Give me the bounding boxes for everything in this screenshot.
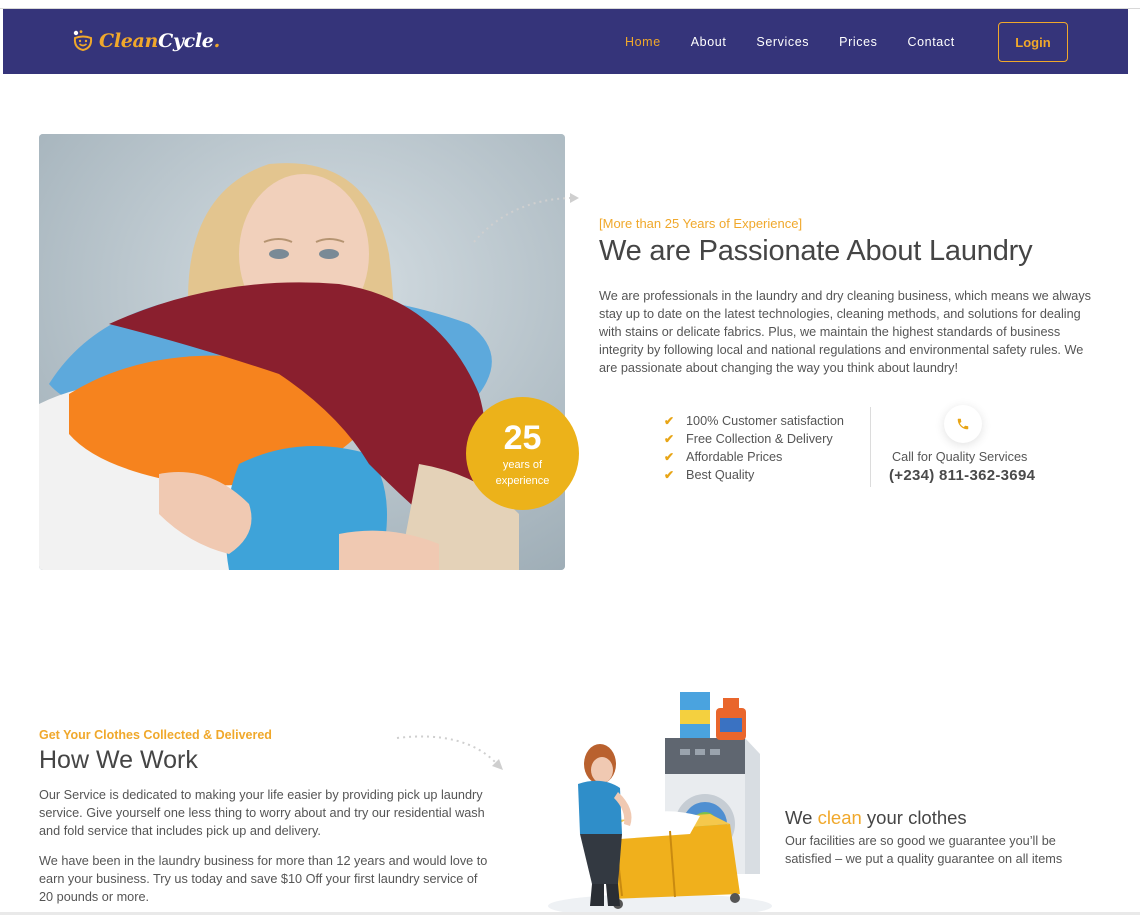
clean-title: We clean your clothes (785, 807, 967, 829)
check-icon: ✔ (664, 468, 675, 482)
nav-item-services[interactable]: Services (756, 35, 809, 49)
phone-icon-button[interactable] (944, 405, 982, 443)
experience-badge: 25 years of experience (466, 397, 579, 510)
nav-item-prices[interactable]: Prices (839, 35, 877, 49)
nav-item-contact[interactable]: Contact (908, 35, 955, 49)
check-icon: ✔ (664, 450, 675, 464)
page-right-edge (1128, 9, 1140, 915)
phone-icon (957, 418, 969, 430)
brand-name-part2: Cycle (158, 30, 214, 52)
about-paragraph: We are professionals in the laundry and … (599, 289, 1092, 375)
feature-item-label: 100% Customer satisfaction (686, 414, 844, 428)
check-icon: ✔ (664, 432, 675, 446)
brand-logo[interactable]: CleanCycle. (71, 25, 220, 57)
experience-badge-label: years of experience (495, 458, 550, 487)
login-button[interactable]: Login (998, 22, 1068, 62)
how-paragraph-2: We have been in the laundry business for… (39, 854, 488, 904)
feature-divider (870, 407, 871, 487)
check-icon: ✔ (664, 414, 675, 428)
smiley-logo-icon (73, 30, 93, 52)
clean-title-after: your clothes (861, 807, 967, 828)
feature-item-label: Free Collection & Delivery (686, 432, 833, 446)
about-title: We are Passionate About Laundry (599, 235, 1033, 267)
dotted-arrow-decoration (473, 193, 579, 243)
brand-name: CleanCycle. (99, 30, 220, 52)
how-eyebrow: Get Your Clothes Collected & Delivered (39, 728, 272, 742)
main-nav: Home About Services Prices Contact (625, 9, 985, 74)
feature-item: ✔ 100% Customer satisfaction (664, 412, 844, 430)
browser-top-edge (0, 0, 1140, 9)
top-navbar: CleanCycle. Home About Services Prices C… (3, 9, 1128, 74)
about-eyebrow: [More than 25 Years of Experience] (599, 216, 803, 231)
nav-item-home[interactable]: Home (625, 35, 661, 49)
clean-title-highlight: clean (817, 807, 862, 828)
feature-item: ✔ Best Quality (664, 466, 844, 484)
how-title: How We Work (39, 746, 198, 774)
brand-name-part1: Clean (99, 30, 159, 52)
brand-name-dot: . (213, 30, 221, 52)
call-label: Call for Quality Services (892, 450, 1028, 464)
feature-item: ✔ Free Collection & Delivery (664, 430, 844, 448)
feature-item-label: Affordable Prices (686, 450, 783, 464)
clean-title-before: We (785, 807, 818, 828)
experience-badge-number: 25 (503, 418, 542, 457)
feature-list: ✔ 100% Customer satisfaction ✔ Free Collec… (664, 412, 844, 484)
nav-item-about[interactable]: About (691, 35, 727, 49)
clean-description: Our facilities are so good we guarantee … (785, 834, 1063, 866)
call-number[interactable]: (+234) 811-362-3694 (889, 467, 1035, 484)
feature-item: ✔ Affordable Prices (664, 448, 844, 466)
laundry-worker-illustration (548, 692, 772, 912)
feature-item-label: Best Quality (686, 468, 755, 482)
dotted-arrow-decoration (396, 735, 503, 770)
how-paragraph-1: Our Service is dedicated to making your … (39, 788, 485, 838)
